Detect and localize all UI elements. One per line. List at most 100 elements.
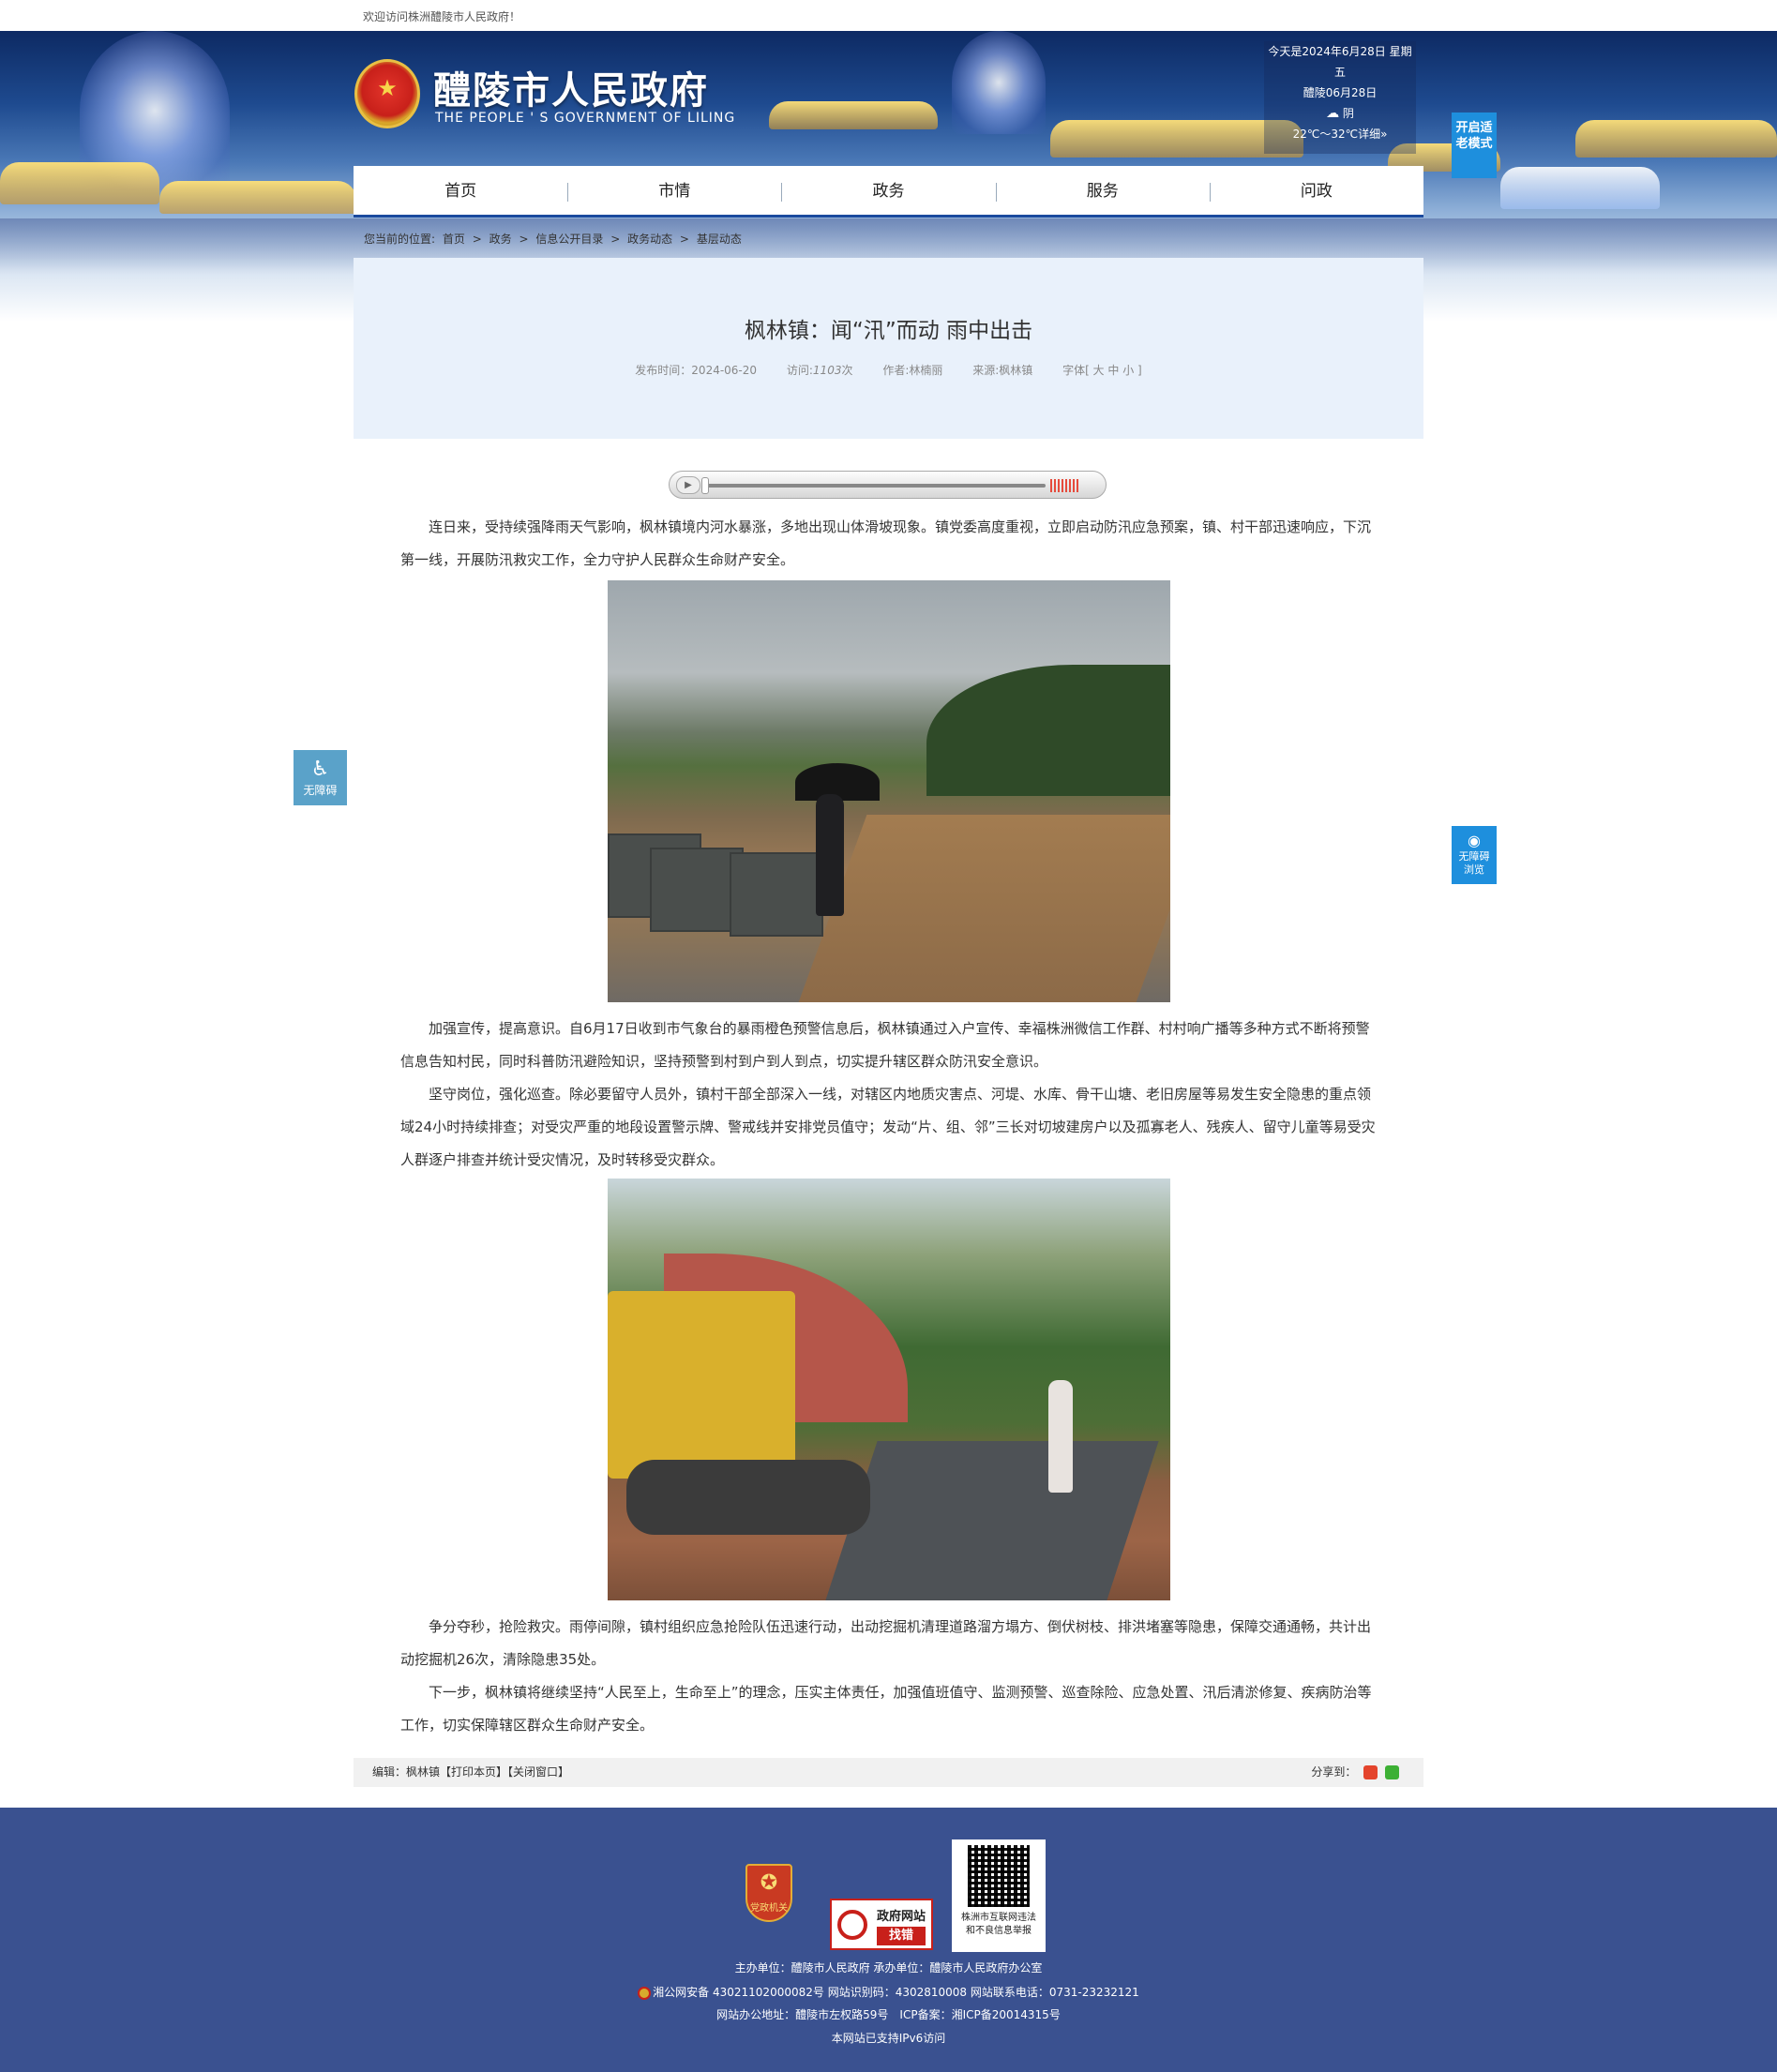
nav-item-government-affairs[interactable]: 政务 — [781, 166, 995, 215]
nav-item-city-info[interactable]: 市情 — [567, 166, 781, 215]
breadcrumb-item-home[interactable]: 首页 — [443, 233, 465, 246]
article-paragraph: 加强宣传，提高意识。自6月17日收到市气象台的暴雨橙色预警信息后，枫林镇通过入户… — [400, 1020, 1370, 1070]
font-size-switch[interactable]: 字体[ 大 中 小 ] — [1062, 364, 1142, 377]
footer-ipv6: 本网站已支持IPv6访问 — [831, 2032, 946, 2045]
photo-person — [815, 794, 844, 916]
magnifier-icon — [837, 1910, 867, 1940]
banner-light — [1575, 120, 1777, 158]
police-badge-icon — [638, 1986, 652, 2000]
breadcrumb-item-news[interactable]: 政务动态 — [627, 233, 672, 246]
nav-item-inquiry[interactable]: 问政 — [1209, 166, 1423, 215]
party-badge-label: 党政机关 — [750, 1903, 788, 1914]
wechat-icon[interactable] — [1385, 1765, 1399, 1779]
article-paragraph: 下一步，枫林镇将继续坚持“人民至上，生命至上”的理念，压实主体责任，加强值班值守… — [400, 1684, 1372, 1734]
error-badge-bottom: 找错 — [877, 1927, 926, 1945]
qr-code-icon — [968, 1845, 1030, 1907]
top-bar: 欢迎访问株洲醴陵市人民政府！ — [0, 0, 1777, 31]
excavator-photo — [607, 1179, 1170, 1600]
weather-condition: 阴 — [1342, 107, 1354, 120]
weather-local-date: 醴陵06月28日 — [1303, 86, 1378, 99]
photo-road — [824, 1441, 1159, 1600]
footer-sponsor: 主办单位：醴陵市人民政府 承办单位：醴陵市人民政府办公室 — [734, 1961, 1043, 1974]
share-area: 分享到： — [1311, 1758, 1399, 1787]
photo-excavator — [607, 1291, 795, 1479]
national-emblem-logo[interactable]: ★ — [354, 59, 420, 128]
breadcrumb-prefix: 您当前的位置: — [364, 233, 436, 246]
volume-icon[interactable] — [1050, 479, 1078, 492]
weibo-icon[interactable] — [1363, 1765, 1378, 1779]
welcome-text: 欢迎访问株洲醴陵市人民政府！ — [363, 10, 521, 23]
breadcrumb-separator: > — [679, 233, 689, 246]
photo-hill — [926, 665, 1170, 796]
article-paragraph: 争分夺秒，抢险救灾。雨停间隙，镇村组织应急抢险队伍迅速行动，出动挖掘机清理道路溜… — [400, 1618, 1372, 1668]
breadcrumb-separator: > — [472, 233, 482, 246]
breadcrumb-item-catalog[interactable]: 信息公开目录 — [535, 233, 603, 246]
nav-item-services[interactable]: 服务 — [995, 166, 1210, 215]
badge-emblem-icon: ✪ — [760, 1871, 778, 1895]
editor-bar: 编辑：枫林镇【打印本页】【关闭窗口】 分享到： — [354, 1758, 1423, 1787]
source: 来源:枫林镇 — [972, 364, 1033, 377]
visit-count: 访问:1103次 — [787, 364, 853, 377]
progress-track[interactable] — [703, 484, 1046, 488]
eye-icon: ◉ — [1468, 832, 1481, 849]
editor-name: 编辑：枫林镇 — [372, 1765, 441, 1779]
photo-person — [1047, 1380, 1073, 1493]
visit-count-value: 1103 — [812, 364, 842, 377]
accessibility-label-line2: 浏览 — [1464, 863, 1484, 876]
article-meta: 发布时间：2024-06-20 访问:1103次 作者:林楠丽 来源:枫林镇 字… — [354, 362, 1423, 378]
banner-light — [159, 181, 356, 214]
report-error-badge[interactable]: 政府网站 找错 — [830, 1899, 933, 1950]
visit-count-label: 访问: — [786, 364, 813, 377]
site-subtitle: THE PEOPLE ' S GOVERNMENT OF LILING — [435, 111, 736, 126]
banner-light — [769, 101, 938, 129]
share-label: 分享到： — [1311, 1765, 1357, 1779]
author: 作者:林楠丽 — [882, 364, 943, 377]
photo-excavator-track — [625, 1460, 870, 1535]
editor-info: 编辑：枫林镇【打印本页】【关闭窗口】 — [372, 1758, 569, 1787]
error-badge-top: 政府网站 — [876, 1910, 926, 1924]
party-government-badge[interactable]: ✪ 党政机关 — [745, 1864, 792, 1922]
accessibility-button-left[interactable]: ♿ 无障碍 — [294, 750, 347, 805]
qr-caption: 株洲市互联网违法 和不良信息举报 — [952, 1912, 1046, 1938]
visit-count-unit: 次 — [841, 364, 853, 377]
accessibility-label-line1: 无障碍 — [1458, 850, 1490, 863]
article-paragraph: 坚守岗位，强化巡查。除必要留守人员外，镇村干部全部深入一线，对辖区内地质灾害点、… — [400, 1086, 1376, 1168]
publish-time: 发布时间：2024-06-20 — [635, 364, 758, 377]
accessibility-browse-button[interactable]: ◉ 无障碍 浏览 — [1452, 826, 1497, 884]
breadcrumb-item-grassroots[interactable]: 基层动态 — [697, 233, 742, 246]
play-button[interactable]: ▶ — [676, 476, 700, 494]
weather-temperature[interactable]: 22℃～32℃详细» — [1264, 124, 1416, 144]
weather-date: 今天是2024年6月28日 星期五 — [1268, 45, 1412, 79]
weather-widget: 今天是2024年6月28日 星期五 醴陵06月28日 ☁ 阴 22℃～32℃详细… — [1264, 41, 1416, 154]
footer: ✪ 党政机关 政府网站 找错 株洲市互联网违法 和不良信息举报 主办单位：醴陵市… — [0, 1808, 1777, 2072]
article-paragraph: 连日来，受持续强降雨天气影响，枫林镇境内河水暴涨，多地出现山体滑坡现象。镇党委高… — [400, 518, 1372, 568]
site-title[interactable]: 醴陵市人民政府 — [433, 60, 709, 114]
report-qr-code[interactable]: 株洲市互联网违法 和不良信息举报 — [952, 1839, 1046, 1952]
progress-handle[interactable] — [701, 477, 709, 494]
banner-light — [0, 162, 159, 204]
elder-mode-button[interactable]: 开启适老模式 — [1452, 113, 1497, 178]
breadcrumb: 您当前的位置: 首页 > 政务 > 信息公开目录 > 政务动态 > 基层动态 — [354, 228, 1423, 256]
nav-item-home[interactable]: 首页 — [354, 166, 567, 215]
cloud-icon: ☁ — [1326, 106, 1340, 121]
accessibility-label: 无障碍 — [303, 784, 338, 797]
breadcrumb-separator: > — [610, 233, 621, 246]
banner-light — [1500, 167, 1660, 209]
photo-pallet — [729, 852, 823, 937]
print-link[interactable]: 【打印本页】 — [440, 1765, 507, 1779]
photo-river — [798, 815, 1170, 1002]
qr-caption-line2: 和不良信息举报 — [966, 1926, 1032, 1936]
flood-photo — [607, 580, 1170, 1002]
breadcrumb-item-affairs[interactable]: 政务 — [489, 233, 512, 246]
breadcrumb-separator: > — [519, 233, 529, 246]
wheelchair-icon: ♿ — [310, 758, 330, 781]
qr-caption-line1: 株洲市互联网违法 — [961, 1913, 1036, 1923]
close-window-link[interactable]: 【关闭窗口】 — [507, 1765, 569, 1779]
footer-record[interactable]: 湘公网安备 43021102000082号 网站识别码：4302810008 网… — [653, 1986, 1139, 1999]
article-body: 连日来，受持续强降雨天气影响，枫林镇境内河水暴涨，多地出现山体滑坡现象。镇党委高… — [400, 511, 1377, 1742]
footer-address: 网站办公地址：醴陵市左权路59号 ICP备案：湘ICP备20014315号 — [716, 2008, 1061, 2021]
footer-record-row: 湘公网安备 43021102000082号 网站识别码：4302810008 网… — [0, 1984, 1777, 2000]
article-header: 枫林镇：闻“汛”而动 雨中出击 发布时间：2024-06-20 访问:1103次… — [354, 258, 1423, 439]
banner-tower-right — [952, 31, 1046, 134]
article-title: 枫林镇：闻“汛”而动 雨中出击 — [744, 319, 1033, 343]
